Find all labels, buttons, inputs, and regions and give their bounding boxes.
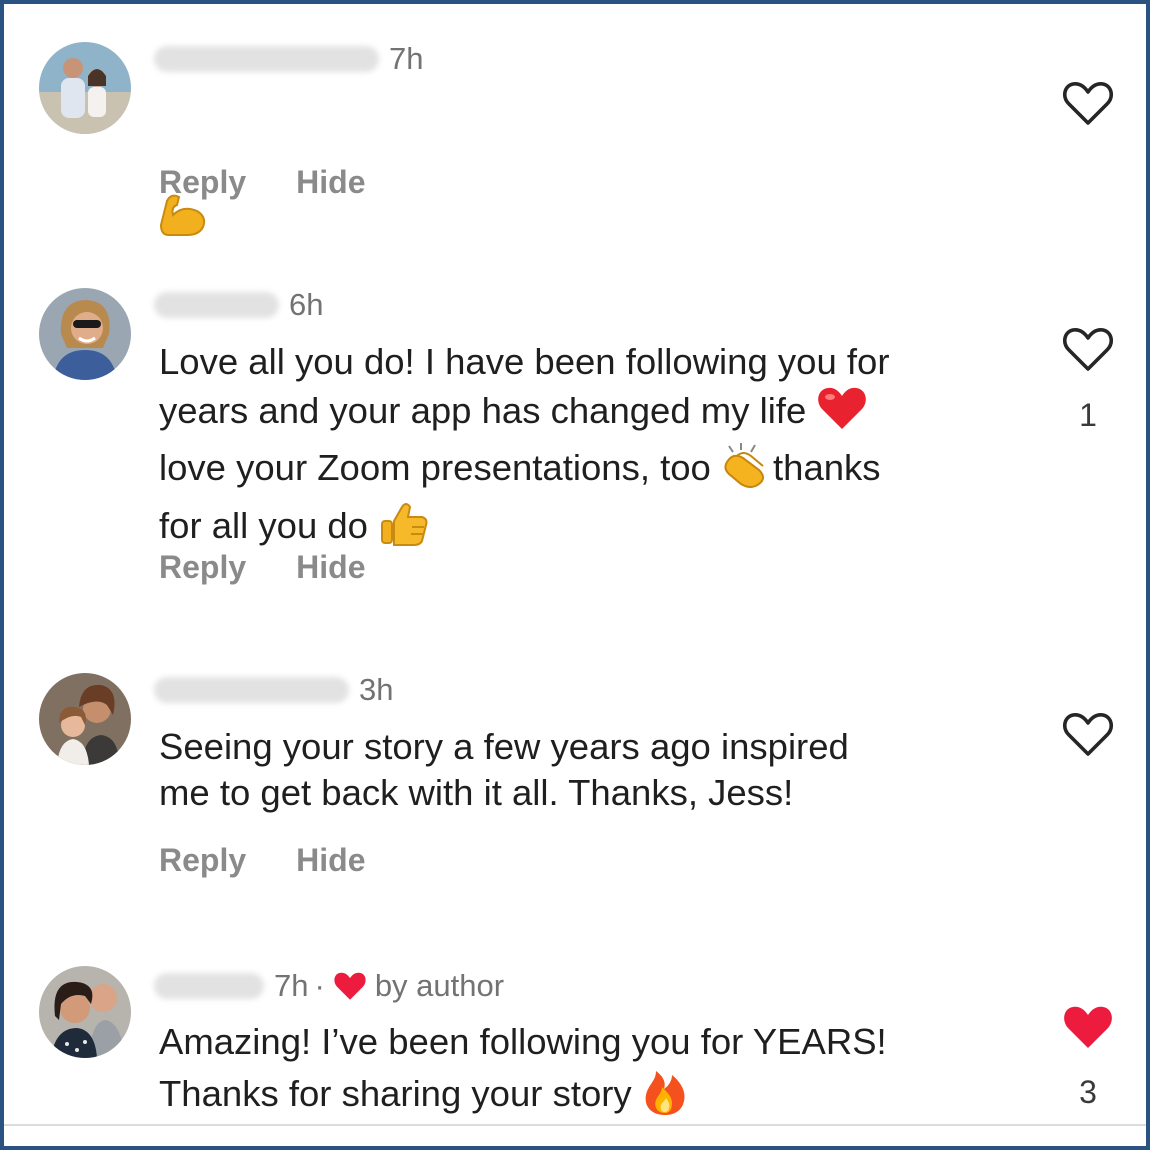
- username[interactable]: hiddenuser3: [154, 677, 349, 703]
- comment-text-part: love your Zoom presentations, too: [159, 447, 711, 489]
- like-count: 1: [1079, 397, 1097, 433]
- timestamp: 7h: [274, 968, 309, 1003]
- like-count: 3: [1079, 1074, 1097, 1110]
- comment-text: Love all you do! I have been following y…: [159, 339, 1019, 558]
- hide-button[interactable]: Hide: [296, 842, 365, 879]
- heart-outline-icon[interactable]: [1062, 326, 1114, 374]
- comment-actions: Reply Hide: [159, 840, 415, 880]
- separator-dot: ·: [314, 968, 325, 1003]
- timestamp: 6h: [289, 287, 324, 322]
- reply-button[interactable]: Reply: [159, 842, 246, 879]
- divider: [4, 1124, 1146, 1126]
- red-heart-icon: [816, 385, 868, 442]
- heart-filled-icon[interactable]: [1062, 1003, 1114, 1051]
- comment-actions: Reply Hide: [159, 162, 415, 202]
- heart-outline-icon[interactable]: [1062, 80, 1114, 128]
- hide-button[interactable]: Hide: [296, 549, 365, 586]
- username[interactable]: hidden4: [154, 973, 264, 999]
- avatar[interactable]: [39, 42, 131, 134]
- comment-text: Seeing your story a few years ago inspir…: [159, 726, 849, 813]
- liked-by-author-heart-icon: [334, 972, 366, 1000]
- comment-text-part: Amazing! I’ve been following you for YEA…: [159, 1021, 887, 1115]
- username[interactable]: hiddenuser1: [154, 46, 379, 72]
- comment-meta: hidden2 6h: [154, 285, 323, 325]
- reply-button[interactable]: Reply: [159, 164, 246, 201]
- avatar[interactable]: [39, 673, 131, 765]
- comment-meta: hiddenuser3 3h: [154, 670, 393, 710]
- avatar[interactable]: [39, 966, 131, 1058]
- clapping-hands-icon: [721, 442, 773, 499]
- comment-text: Amazing! I’ve been following you for YEA…: [159, 1019, 1019, 1128]
- username[interactable]: hidden2: [154, 292, 279, 318]
- hide-button[interactable]: Hide: [296, 164, 365, 201]
- timestamp: 7h: [389, 41, 424, 76]
- heart-outline-icon[interactable]: [1062, 711, 1114, 759]
- comment-meta: hiddenuser1 7h: [154, 39, 423, 79]
- comment-meta: hidden4 7h · by author: [154, 966, 504, 1006]
- timestamp: 3h: [359, 672, 394, 707]
- comment-actions: Reply Hide: [159, 547, 415, 587]
- avatar[interactable]: [39, 288, 131, 380]
- comments-panel: hiddenuser1 7h Reply Hide: [0, 0, 1150, 1150]
- by-author-badge: by author: [374, 968, 505, 1003]
- reply-button[interactable]: Reply: [159, 549, 246, 586]
- fire-icon: [642, 1065, 688, 1128]
- comment-text-part: Love all you do! I have been following y…: [159, 341, 890, 432]
